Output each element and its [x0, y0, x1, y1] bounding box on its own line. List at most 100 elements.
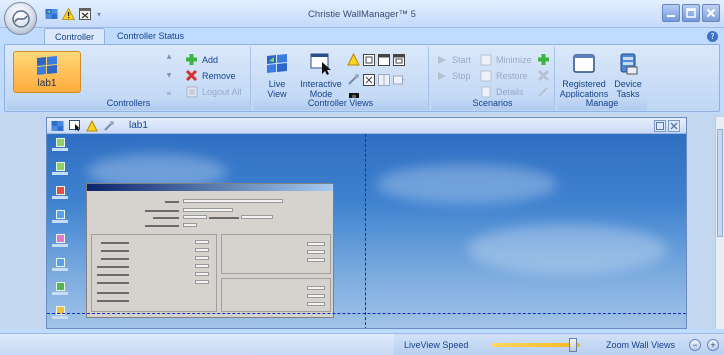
status-bar: LiveView Speed Zoom Wall Views − + [0, 333, 724, 355]
cloud-shape [377, 164, 557, 204]
wall-desktop[interactable] [47, 134, 686, 328]
dialog-field[interactable] [183, 215, 207, 219]
cascade-window-icon[interactable] [377, 53, 390, 66]
desktop-icon[interactable] [51, 210, 69, 226]
wall-live-icon[interactable] [51, 119, 64, 132]
zoom-in-button[interactable]: + [707, 339, 719, 351]
dialog-spinner[interactable] [195, 280, 209, 284]
grid-window-icon[interactable] [362, 73, 375, 86]
remove-button[interactable]: Remove [185, 69, 236, 82]
logout-all-button[interactable]: Logout All [185, 85, 242, 98]
scroll-up-icon[interactable]: ▲ [167, 53, 172, 60]
dialog-field[interactable] [183, 199, 283, 203]
minimize-scenario-button[interactable]: Minimize [479, 53, 532, 66]
add-scenario-icon[interactable] [537, 53, 550, 66]
controller-list-scroll[interactable]: ▲ ▼ ≡ [165, 53, 173, 97]
device-tasks-button[interactable]: Device Tasks [611, 51, 645, 99]
desktop-icon[interactable] [51, 186, 69, 202]
dialog-label [165, 201, 179, 203]
desktop-icon[interactable] [51, 306, 69, 322]
dialog-spinner[interactable] [195, 256, 209, 260]
split-window-icon[interactable] [377, 73, 390, 86]
close-window-button[interactable] [702, 4, 720, 22]
wall-tool-icon[interactable] [102, 119, 115, 132]
dialog-spinner[interactable] [195, 248, 209, 252]
wall-view-lab1[interactable]: lab1 [46, 117, 687, 329]
expand-list-icon[interactable]: ≡ [166, 90, 171, 97]
live-view-button[interactable]: Live View [259, 51, 295, 99]
dialog-label [97, 282, 129, 284]
application-menu-button[interactable] [4, 2, 37, 35]
dialog-field[interactable] [183, 223, 197, 227]
manage-group: Registered Applications Device Tasks Man… [557, 47, 647, 110]
desktop-icon-caption [52, 244, 68, 247]
remote-properties-dialog[interactable] [86, 183, 334, 318]
desktop-icon[interactable] [51, 162, 69, 178]
remove-scenario-icon[interactable] [537, 69, 550, 82]
minimize-window-button[interactable] [662, 4, 680, 22]
dialog-field[interactable] [241, 215, 273, 219]
dialog-spinner[interactable] [307, 286, 325, 290]
workspace: lab1 [0, 113, 724, 329]
dialog-label [209, 217, 239, 219]
dialog-spinner[interactable] [195, 240, 209, 244]
restore-scenario-button[interactable]: Restore [479, 69, 528, 82]
dialog-titlebar [87, 184, 333, 191]
restore-icon [479, 69, 492, 82]
desktop-icon-caption [52, 268, 68, 271]
dialog-label [101, 250, 129, 252]
wall-warning-icon[interactable] [85, 119, 98, 132]
desktop-icon[interactable] [51, 234, 69, 250]
layout-dropdown-icon[interactable] [392, 73, 405, 86]
edit-scenario-icon[interactable] [537, 85, 550, 98]
details-scenario-button[interactable]: Details [479, 85, 524, 98]
add-button[interactable]: Add [185, 53, 218, 66]
stack-window-icon[interactable] [392, 53, 405, 66]
registered-applications-button[interactable]: Registered Applications [559, 51, 609, 99]
dialog-spinner[interactable] [195, 264, 209, 268]
dialog-spinner[interactable] [307, 302, 325, 306]
vertical-scrollbar[interactable] [715, 117, 724, 329]
minimize-icon [479, 53, 492, 66]
alert-icon[interactable] [347, 53, 360, 66]
controller-lab1-button[interactable]: lab1 [13, 51, 81, 93]
dialog-field[interactable] [183, 208, 233, 212]
tab-controller[interactable]: Controller [44, 28, 106, 44]
zoom-out-button[interactable]: − [689, 339, 701, 351]
stop-icon [435, 69, 448, 82]
tab-controller-status[interactable]: Controller Status [107, 28, 194, 44]
help-icon[interactable]: ? [707, 31, 718, 42]
tile-window-icon[interactable] [362, 53, 375, 66]
stop-scenario-button[interactable]: Stop [435, 69, 471, 82]
pointer-tool-icon[interactable] [347, 73, 360, 86]
wall-interactive-icon[interactable] [68, 119, 81, 132]
maximize-window-button[interactable] [682, 4, 700, 22]
dialog-spinner[interactable] [307, 250, 325, 254]
desktop-icon[interactable] [51, 282, 69, 298]
zoom-wall-views-label: Zoom Wall Views [606, 340, 676, 350]
dialog-spinner[interactable] [195, 272, 209, 276]
liveview-speed-thumb[interactable] [568, 338, 577, 352]
desktop-icon-image [55, 162, 65, 171]
scenarios-group-label: Scenarios [431, 98, 554, 110]
dialog-spinner[interactable] [307, 258, 325, 262]
desktop-icon-image [55, 186, 65, 195]
remove-label: Remove [202, 70, 236, 81]
wall-close-button[interactable] [668, 120, 680, 132]
interactive-mode-button[interactable]: Interactive Mode [299, 51, 343, 99]
ribbon-tabs: Controller Controller Status [44, 28, 194, 44]
dialog-spinner[interactable] [307, 294, 325, 298]
desktop-icon[interactable] [51, 138, 69, 154]
desktop-icon[interactable] [51, 258, 69, 274]
logout-icon [185, 85, 198, 98]
desktop-icon-image [55, 258, 65, 267]
liveview-speed-slider[interactable] [492, 343, 580, 347]
start-scenario-button[interactable]: Start [435, 53, 471, 66]
dialog-label [97, 292, 129, 294]
wall-restore-button[interactable] [654, 120, 666, 132]
view-mini-row-2 [347, 73, 405, 86]
dialog-spinner[interactable] [307, 242, 325, 246]
scroll-down-icon[interactable]: ▼ [167, 72, 172, 79]
scrollbar-thumb[interactable] [717, 129, 723, 237]
interactive-mode-label: Interactive Mode [300, 79, 342, 99]
